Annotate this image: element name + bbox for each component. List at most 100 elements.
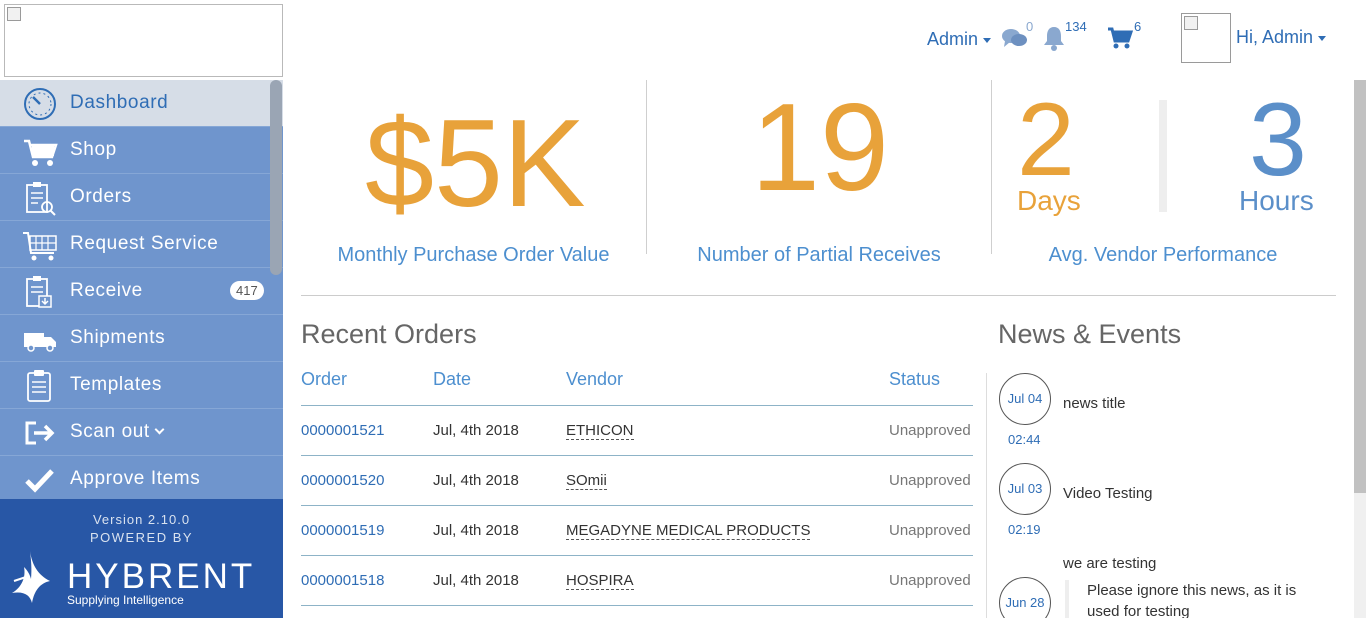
column-header-date[interactable]: Date (433, 369, 471, 390)
partial-receives-label: Number of Partial Receives (697, 244, 941, 266)
section-divider (301, 295, 1336, 296)
partial-receives-value: 19 (751, 80, 889, 217)
vendor-link[interactable]: SOmii (566, 472, 607, 490)
clipboard-receive-icon (26, 276, 52, 308)
news-item-title[interactable]: we are testing (1063, 555, 1156, 572)
broken-image-icon (7, 7, 21, 21)
receive-count-badge: 417 (230, 281, 264, 300)
purchase-value: $5K (365, 95, 586, 233)
sidebar-item-label: Dashboard (70, 92, 169, 113)
sidebar-item-label: Orders (70, 186, 132, 207)
admin-menu-label: Admin (927, 29, 979, 49)
sidebar-item-label: Receive (70, 280, 143, 301)
order-date: Jul, 4th 2018 (433, 522, 519, 539)
sidebar-item-label: Shop (70, 139, 117, 160)
news-item-body: Please ignore this news, as it is used f… (1065, 580, 1325, 618)
news-date-circle: Jul 04 (999, 373, 1051, 425)
order-status: Unapproved (889, 422, 971, 439)
table-row: 0000001519 Jul, 4th 2018 MEGADYNE MEDICA… (301, 506, 973, 556)
sidebar-item-label: Request Service (70, 233, 219, 254)
kpi-divider (646, 80, 647, 254)
news-date-circle: Jul 03 (999, 463, 1051, 515)
messages-count: 0 (1026, 19, 1034, 34)
order-number-link[interactable]: 0000001518 (301, 572, 384, 589)
service-cart-icon (23, 232, 57, 261)
sidebar-item-approve-items[interactable]: Approve Items (0, 456, 283, 503)
clipboard-search-icon (26, 182, 56, 216)
order-number-link[interactable]: 0000001519 (301, 522, 384, 539)
user-menu[interactable]: Hi, Admin (1236, 27, 1327, 48)
sidebar-item-request-service[interactable]: Request Service (0, 221, 283, 268)
vendor-performance-separator (1159, 100, 1167, 212)
hybrent-bird-logo-icon (12, 551, 50, 603)
timeline-line (986, 373, 987, 618)
company-logo[interactable] (4, 4, 283, 77)
user-avatar[interactable] (1181, 13, 1231, 63)
hours-unit: Hours (1239, 185, 1314, 216)
notifications-count: 134 (1065, 19, 1087, 34)
sidebar-item-label: Scan out (70, 421, 165, 443)
dashboard-main: $5K Monthly Purchase Order Value 19 Numb… (283, 80, 1354, 618)
sidebar-item-label: Approve Items (70, 468, 201, 489)
sidebar-footer: Version 2.10.0 POWERED BY HYBRENT Supply… (0, 499, 283, 618)
version-text: Version 2.10.0 (92, 512, 191, 527)
cart-icon (24, 139, 58, 166)
truck-icon (24, 333, 56, 352)
sign-out-icon (25, 421, 55, 445)
news-time: 02:44 (1008, 432, 1041, 447)
caret-down-icon (1318, 35, 1327, 41)
sidebar-item-scan-out[interactable]: Scan out (0, 409, 283, 456)
news-events-title: News & Events (998, 319, 1182, 349)
powered-by-text: POWERED BY (89, 530, 194, 545)
column-header-status[interactable]: Status (889, 369, 940, 390)
purchase-label: Monthly Purchase Order Value (337, 244, 610, 266)
sidebar-item-shop[interactable]: Shop (0, 127, 283, 174)
days-value: 2 (1017, 82, 1075, 198)
admin-menu[interactable]: Admin (927, 29, 992, 50)
sidebar-item-label: Shipments (70, 327, 166, 348)
order-number-link[interactable]: 0000001521 (301, 422, 384, 439)
sidebar-item-receive[interactable]: Receive 417 (0, 268, 283, 315)
caret-down-icon (983, 37, 992, 43)
dashboard-clock-icon (24, 88, 56, 120)
vendor-link[interactable]: HOSPIRA (566, 572, 634, 590)
vendor-performance-label: Avg. Vendor Performance (1048, 244, 1278, 266)
news-time: 02:19 (1008, 522, 1041, 537)
kpi-divider (991, 80, 992, 254)
column-header-order[interactable]: Order (301, 369, 347, 390)
sidebar: Dashboard Shop Orders Request Service Re… (0, 80, 283, 618)
page-scrollbar-thumb[interactable] (1354, 80, 1366, 493)
sidebar-item-templates[interactable]: Templates (0, 362, 283, 409)
sidebar-item-orders[interactable]: Orders (0, 174, 283, 221)
order-status: Unapproved (889, 522, 971, 539)
brand-name: HYBRENT (67, 557, 256, 596)
vendor-link[interactable]: ETHICON (566, 422, 634, 440)
days-unit: Days (1017, 185, 1081, 216)
clipboard-icon (27, 370, 51, 402)
order-date: Jul, 4th 2018 (433, 422, 519, 439)
table-row: 0000001520 Jul, 4th 2018 SOmii Unapprove… (301, 456, 973, 506)
user-greeting: Hi, Admin (1236, 27, 1314, 47)
column-header-vendor[interactable]: Vendor (566, 369, 623, 390)
news-date-circle: Jun 28 (999, 577, 1051, 618)
order-date: Jul, 4th 2018 (433, 572, 519, 589)
sidebar-item-label: Templates (70, 374, 162, 395)
sidebar-item-shipments[interactable]: Shipments (0, 315, 283, 362)
bell-icon[interactable] (1042, 25, 1066, 51)
shopping-cart-icon[interactable] (1107, 27, 1133, 49)
order-date: Jul, 4th 2018 (433, 472, 519, 489)
sidebar-item-dashboard[interactable]: Dashboard (0, 80, 283, 127)
order-number-link[interactable]: 0000001520 (301, 472, 384, 489)
table-row: 0000001518 Jul, 4th 2018 HOSPIRA Unappro… (301, 556, 973, 606)
chat-bubbles-icon[interactable] (1002, 28, 1028, 50)
cart-count: 6 (1134, 19, 1142, 34)
brand-tagline: Supplying Intelligence (67, 593, 184, 607)
chevron-down-icon (154, 424, 165, 435)
sidebar-scrollbar[interactable] (270, 80, 282, 275)
broken-image-icon (1184, 16, 1198, 30)
news-item-title[interactable]: Video Testing (1063, 485, 1153, 502)
order-status: Unapproved (889, 472, 971, 489)
vendor-link[interactable]: MEGADYNE MEDICAL PRODUCTS (566, 522, 811, 540)
news-item-title[interactable]: news title (1063, 395, 1126, 412)
order-status: Unapproved (889, 572, 971, 589)
